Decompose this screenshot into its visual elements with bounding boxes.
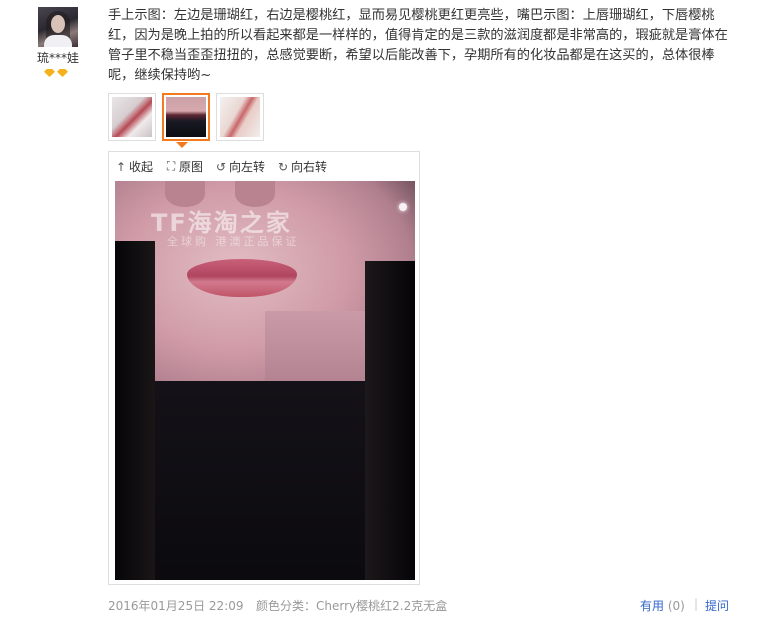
useful-count: (0)	[667, 599, 685, 613]
rotate-left-icon: ↺	[216, 159, 227, 174]
original-label: 原图	[179, 160, 204, 174]
rotate-right-button[interactable]: ↻ 向右转	[277, 158, 327, 175]
active-thumbnail-arrow-icon	[176, 142, 188, 148]
hand-swatch-photo	[220, 97, 260, 137]
thumbnail-strip	[108, 93, 264, 141]
footer-separator: |	[694, 597, 699, 611]
collapse-button[interactable]: ↑ 收起	[115, 158, 153, 175]
lipstick-photo	[112, 97, 152, 137]
useful-label: 有用	[640, 599, 665, 613]
viewer-toolbar: ↑ 收起 ⛶ 原图 ↺ 向左转 ↻ 向右转	[115, 158, 327, 175]
lips-photo	[166, 97, 206, 137]
username[interactable]: 琉***娃	[30, 49, 86, 66]
review-text: 手上示图：左边是珊瑚红，右边是樱桃红，显而易见樱桃更红更亮些，嘴巴示图：上唇珊瑚…	[108, 8, 728, 83]
ask-question-link[interactable]: 提问	[705, 597, 729, 614]
rotate-right-icon: ↻	[278, 159, 289, 174]
photo-hair-right	[365, 261, 415, 580]
rotate-left-label: 向左转	[229, 160, 266, 174]
diamond-icon	[44, 69, 55, 77]
avatar-face	[51, 15, 65, 33]
expand-icon: ⛶	[166, 159, 176, 173]
photo-watermark-subtitle: 全球购 港澳正品保证	[167, 235, 300, 248]
rotate-right-label: 向右转	[291, 160, 328, 174]
thumbnail-lips[interactable]	[162, 93, 210, 141]
thumbnail-hand-swatch[interactable]	[216, 93, 264, 141]
product-spec: 颜色分类：Cherry樱桃红2.2克无盒	[256, 599, 448, 613]
arrow-up-icon: ↑	[115, 159, 127, 174]
original-image-button[interactable]: ⛶ 原图	[165, 158, 203, 175]
rotate-left-button[interactable]: ↺ 向左转	[215, 158, 265, 175]
useful-button[interactable]: 有用 (0)	[640, 597, 685, 614]
collapse-label: 收起	[129, 160, 154, 174]
review-photo[interactable]: TF海淘之家 全球购 港澳正品保证	[115, 181, 415, 580]
photo-hair-left	[115, 241, 155, 580]
user-badges	[44, 69, 68, 77]
user-avatar[interactable]	[38, 7, 78, 47]
avatar-body	[44, 35, 72, 47]
review-date: 2016年01月25日 22:09	[108, 599, 244, 613]
thumbnail-lipstick[interactable]	[108, 93, 156, 141]
diamond-icon	[57, 69, 68, 77]
photo-earring	[399, 203, 407, 211]
image-viewer: ↑ 收起 ⛶ 原图 ↺ 向左转 ↻ 向右转 TF海淘之家 全球购 港澳正品保证	[108, 151, 420, 585]
